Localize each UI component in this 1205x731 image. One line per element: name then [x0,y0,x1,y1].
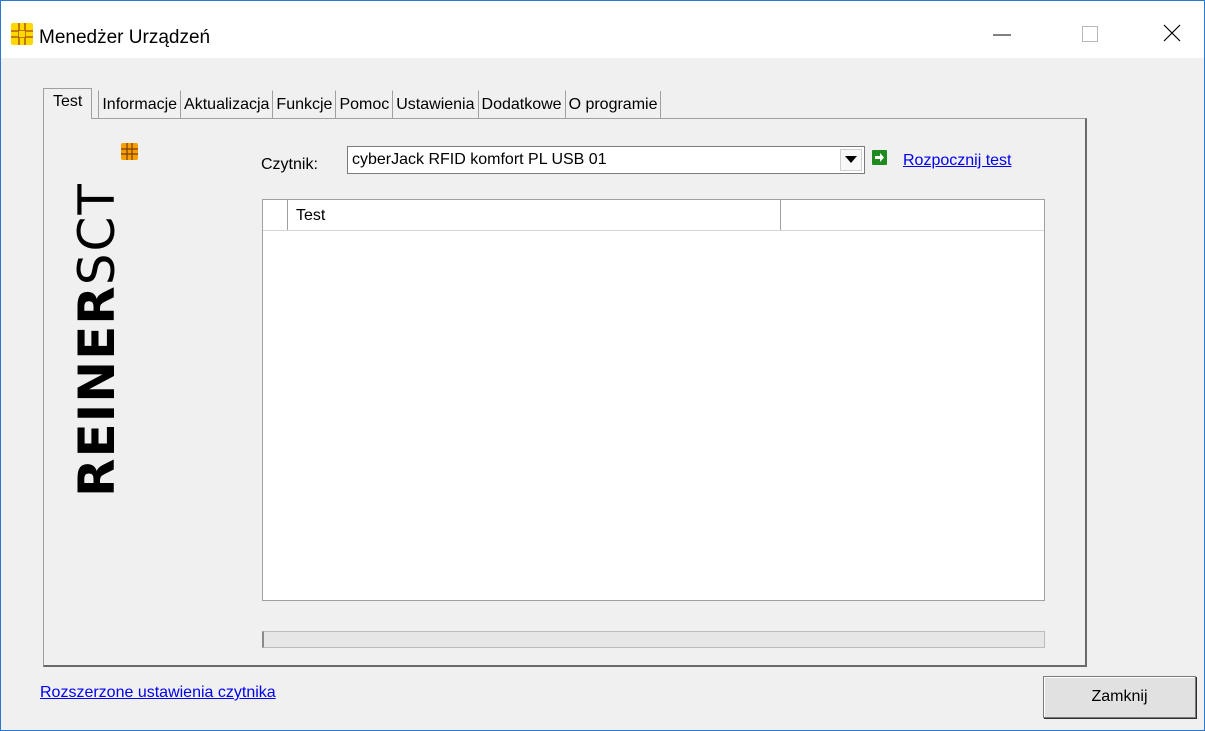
column-header-test[interactable]: Test [288,200,781,230]
tab-test[interactable]: Test [43,88,93,119]
logo-text-sct: SCT [68,182,126,286]
tab-o-programie[interactable]: O programie [564,90,661,119]
reader-select[interactable]: cyberJack RFID komfort PL USB 01 [347,146,865,174]
logo-chip-icon [121,143,138,160]
chevron-down-icon [845,156,857,163]
tab-ustawienia[interactable]: Ustawienia [392,90,477,119]
app-chip-icon [11,23,33,45]
minimize-icon [993,34,1011,36]
reader-select-value: cyberJack RFID komfort PL USB 01 [352,151,607,168]
tab-aktualizacja[interactable]: Aktualizacja [180,90,272,119]
start-arrow-icon[interactable] [872,150,887,165]
maximize-button[interactable] [1067,13,1113,53]
device-manager-window: Menedżer Urządzeń Test Informacje Aktual… [0,0,1205,731]
advanced-reader-settings-link[interactable]: Rozszerzone ustawienia czytnika [40,684,276,702]
test-results-list[interactable]: Test [262,199,1045,601]
title-bar: Menedżer Urządzeń [1,1,1204,58]
tab-strip: Test Informacje Aktualizacja Funkcje Pom… [43,88,662,119]
maximize-icon [1082,26,1098,42]
reinersct-logo: REINERSCT [68,182,126,497]
close-icon [1163,24,1181,42]
close-window-button[interactable] [1149,13,1195,53]
test-progress-bar [262,631,1045,648]
window-title: Menedżer Urządzeń [39,27,211,48]
column-header-status[interactable] [263,200,288,230]
close-button[interactable]: Zamknij [1043,676,1196,718]
start-test-link[interactable]: Rozpocznij test [903,152,1012,170]
tab-pomoc[interactable]: Pomoc [335,90,392,119]
column-header-result[interactable] [781,200,1044,230]
tab-informacje[interactable]: Informacje [98,90,180,119]
reader-label: Czytnik: [261,156,318,173]
minimize-button[interactable] [979,13,1025,53]
dropdown-arrow[interactable] [840,149,862,171]
list-header: Test [263,200,1044,231]
tab-dodatkowe[interactable]: Dodatkowe [477,90,565,119]
logo-text-reiner: REINER [68,285,126,497]
tab-strip-end [660,91,662,119]
tab-funkcje[interactable]: Funkcje [272,90,335,119]
